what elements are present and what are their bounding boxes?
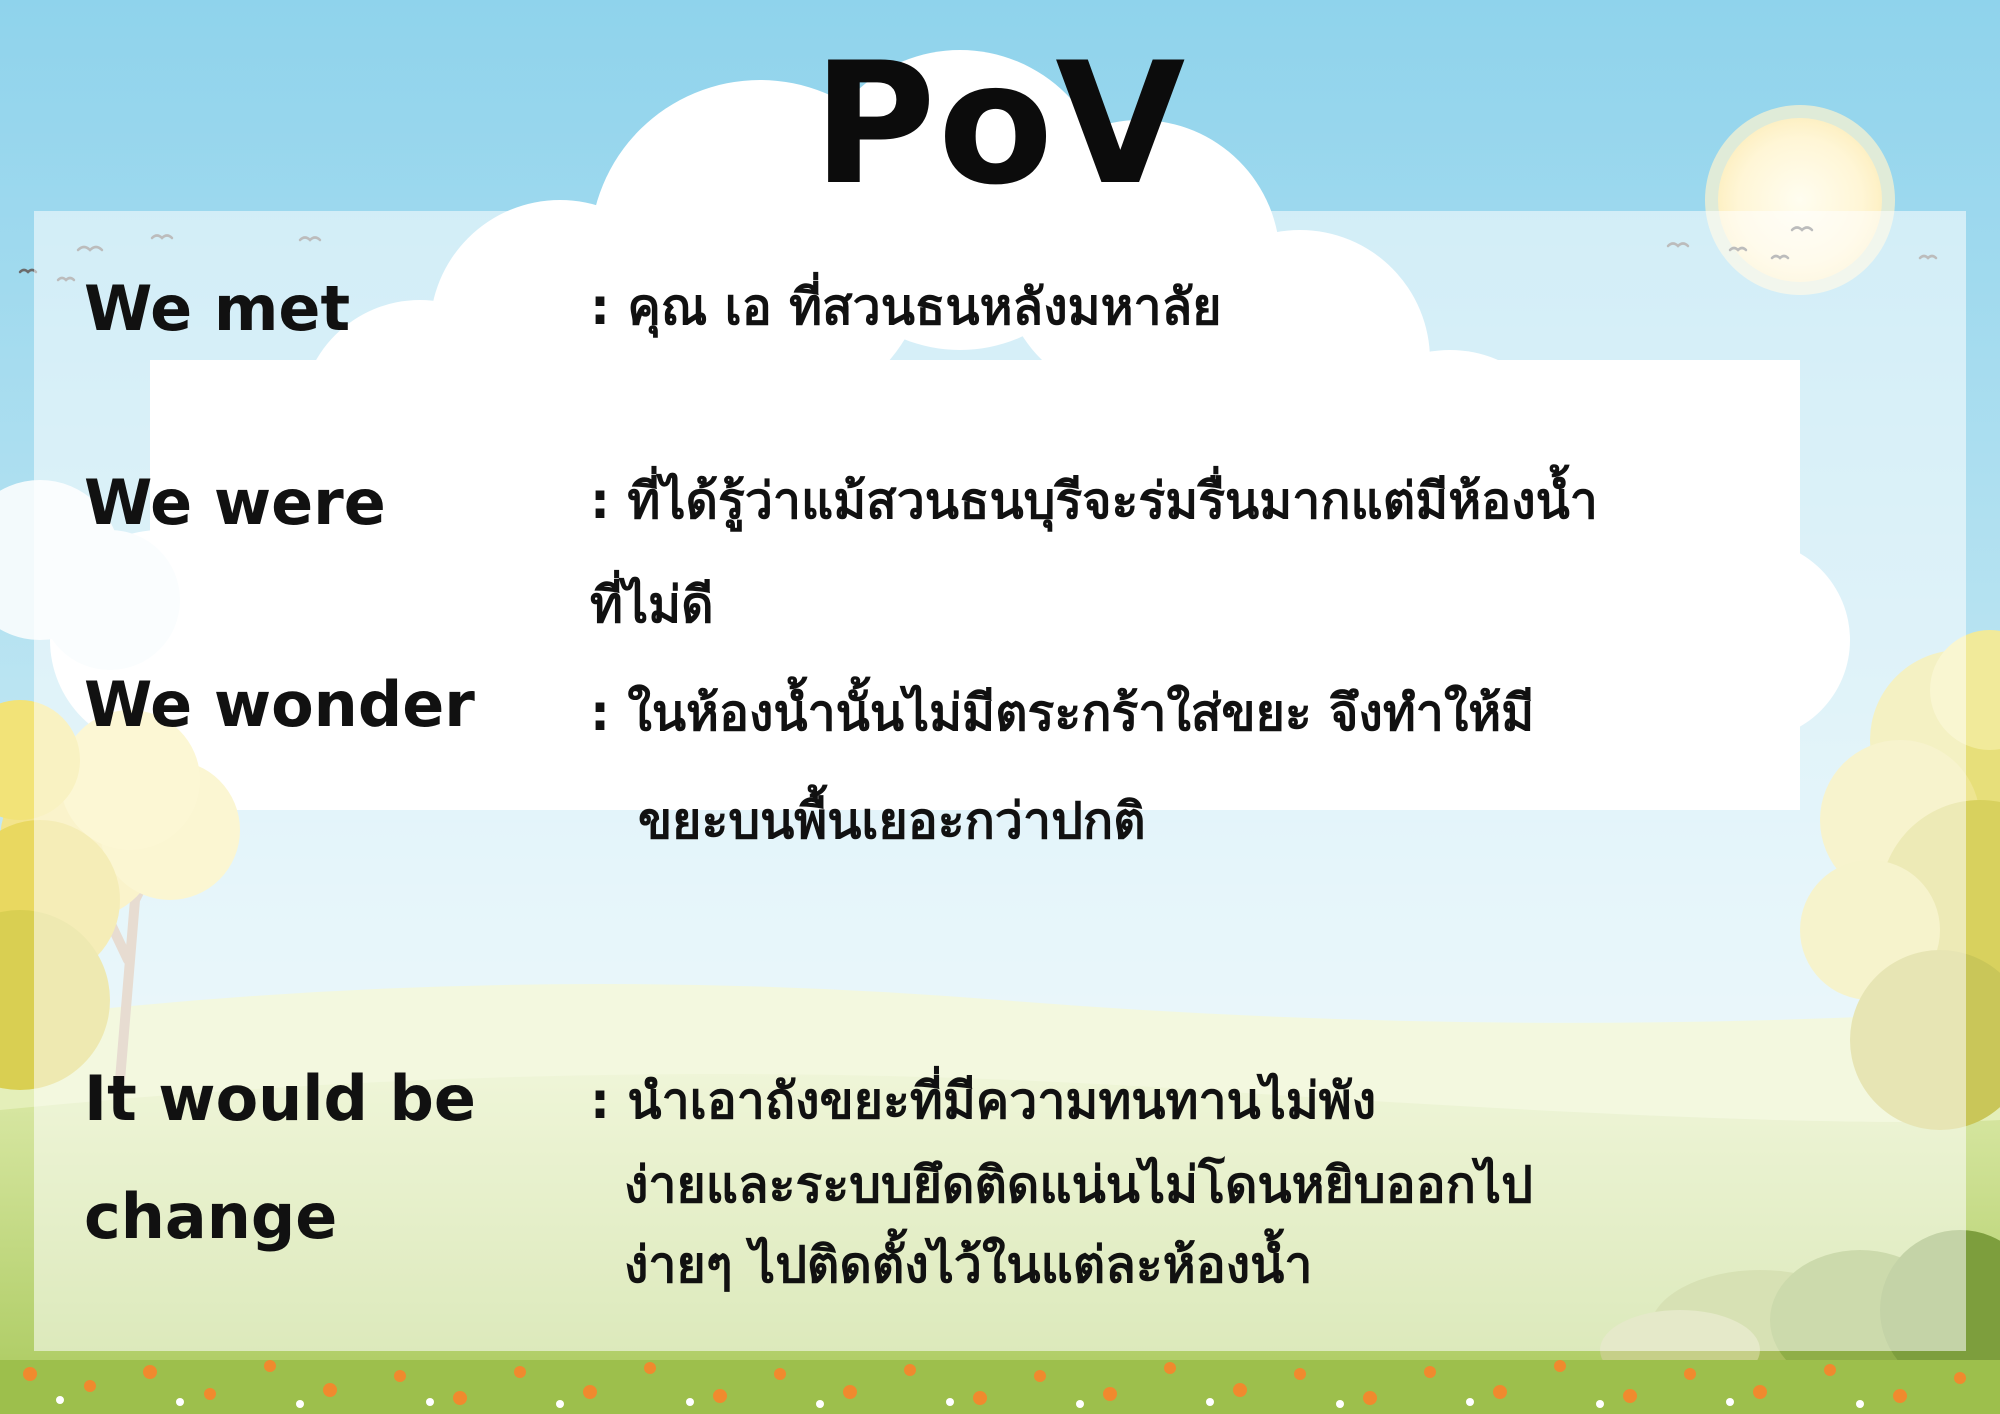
row-label-we-met: We met xyxy=(84,272,351,345)
row-label-change: change xyxy=(84,1180,338,1253)
row-text-we-were-line-2: ที่ไม่ดี xyxy=(590,576,714,634)
row-text-we-met: : คุณ เอ ที่สวนธนหลังมหาลัย xyxy=(590,278,1222,336)
row-text-change-line-2: ง่ายและระบบยึดติดแน่นไม่โดนหยิบออกไป xyxy=(624,1156,1533,1214)
row-label-we-were: We were xyxy=(84,466,386,539)
row-label-we-wonder: We wonder xyxy=(84,668,475,741)
row-label-it-would-be: It would be xyxy=(84,1062,476,1135)
row-text-we-were-line-1: : ที่ได้รู้ว่าแม้สวนธนบุรีจะร่มรื่นมากแต… xyxy=(590,472,1598,530)
page-title: PoV xyxy=(812,26,1188,222)
row-text-change-line-1: : นำเอาถังขยะที่มีความทนทานไม่พัง xyxy=(590,1072,1377,1130)
flowers-icon xyxy=(0,1360,2000,1414)
row-text-we-wonder-line-1: : ในห้องน้ำนั้นไม่มีตระกร้าใส่ขยะ จึงทำใ… xyxy=(590,684,1535,742)
row-text-we-wonder-line-2: ขยะบนพื้นเยอะกว่าปกติ xyxy=(638,792,1146,850)
row-text-change-line-3: ง่ายๆ ไปติดตั้งไว้ในแต่ละห้องน้ำ xyxy=(624,1236,1313,1294)
